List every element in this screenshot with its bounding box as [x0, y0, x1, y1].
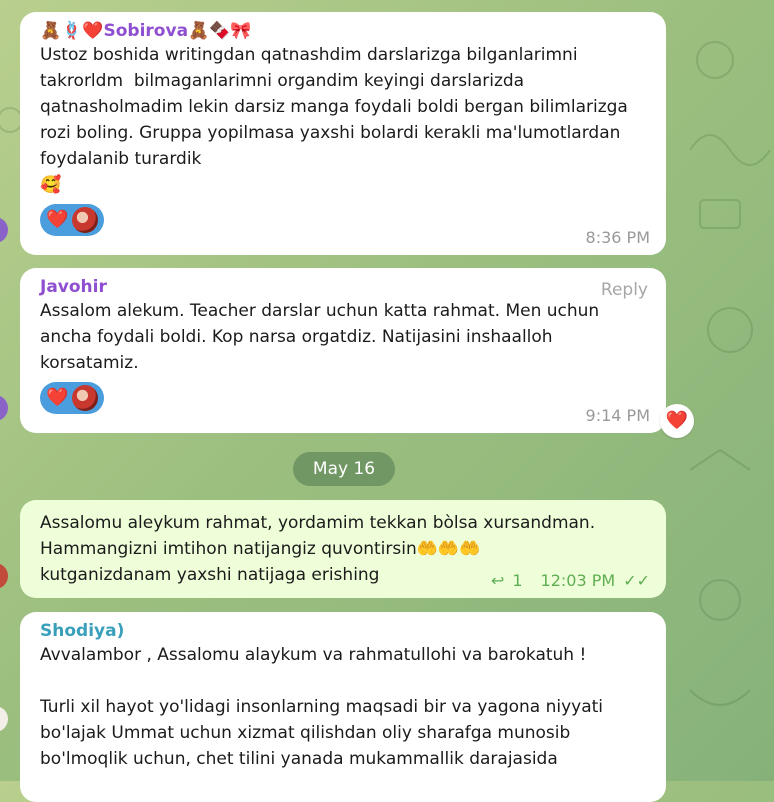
message-text: Assalom alekum. Teacher darslar uchun ka…	[40, 301, 605, 373]
avatar[interactable]	[0, 395, 8, 421]
message-time: 12:03 PM	[540, 571, 616, 590]
heart-icon: ❤️	[46, 209, 69, 230]
reaction-chip[interactable]: ❤️	[40, 382, 105, 414]
message-meta: ↩ 1 12:03 PM ✓✓	[491, 571, 650, 590]
reply-count[interactable]: 1	[512, 571, 522, 590]
date-separator: May 16	[293, 452, 395, 486]
sender-name[interactable]: Javohir	[40, 276, 650, 298]
quick-reaction-button[interactable]: ❤️	[660, 404, 694, 438]
heart-icon: ❤️	[46, 387, 69, 408]
sender-name[interactable]: 🧸🪢❤️Sobirova🧸🍫🎀	[40, 20, 650, 42]
avatar[interactable]	[0, 706, 8, 732]
reactor-avatar	[72, 207, 99, 233]
reply-arrow-icon[interactable]: ↩	[491, 571, 504, 590]
message-time: 8:36 PM	[585, 228, 650, 247]
message-time: 9:14 PM	[585, 406, 650, 425]
avatar[interactable]	[0, 217, 8, 243]
sender-name[interactable]: Shodiya)	[40, 620, 650, 642]
message-bubble[interactable]: Assalomu aleykum rahmat, yordamim tekkan…	[20, 500, 666, 598]
avatar[interactable]	[0, 563, 8, 589]
message-bubble[interactable]: Shodiya) Avvalambor , Assalomu alaykum v…	[20, 612, 666, 802]
double-check-icon: ✓✓	[623, 571, 650, 590]
reply-button[interactable]: Reply	[601, 280, 648, 300]
reactor-avatar	[72, 385, 99, 411]
message-bubble[interactable]: Javohir Reply Assalom alekum. Teacher da…	[20, 268, 666, 433]
message-bubble[interactable]: 🧸🪢❤️Sobirova🧸🍫🎀 Ustoz boshida writingdan…	[20, 12, 666, 255]
reaction-chip[interactable]: ❤️	[40, 204, 105, 236]
message-text: Avvalambor , Assalomu alaykum va rahmatu…	[40, 645, 604, 769]
message-text: Ustoz boshida writingdan qatnashdim dars…	[40, 45, 628, 195]
